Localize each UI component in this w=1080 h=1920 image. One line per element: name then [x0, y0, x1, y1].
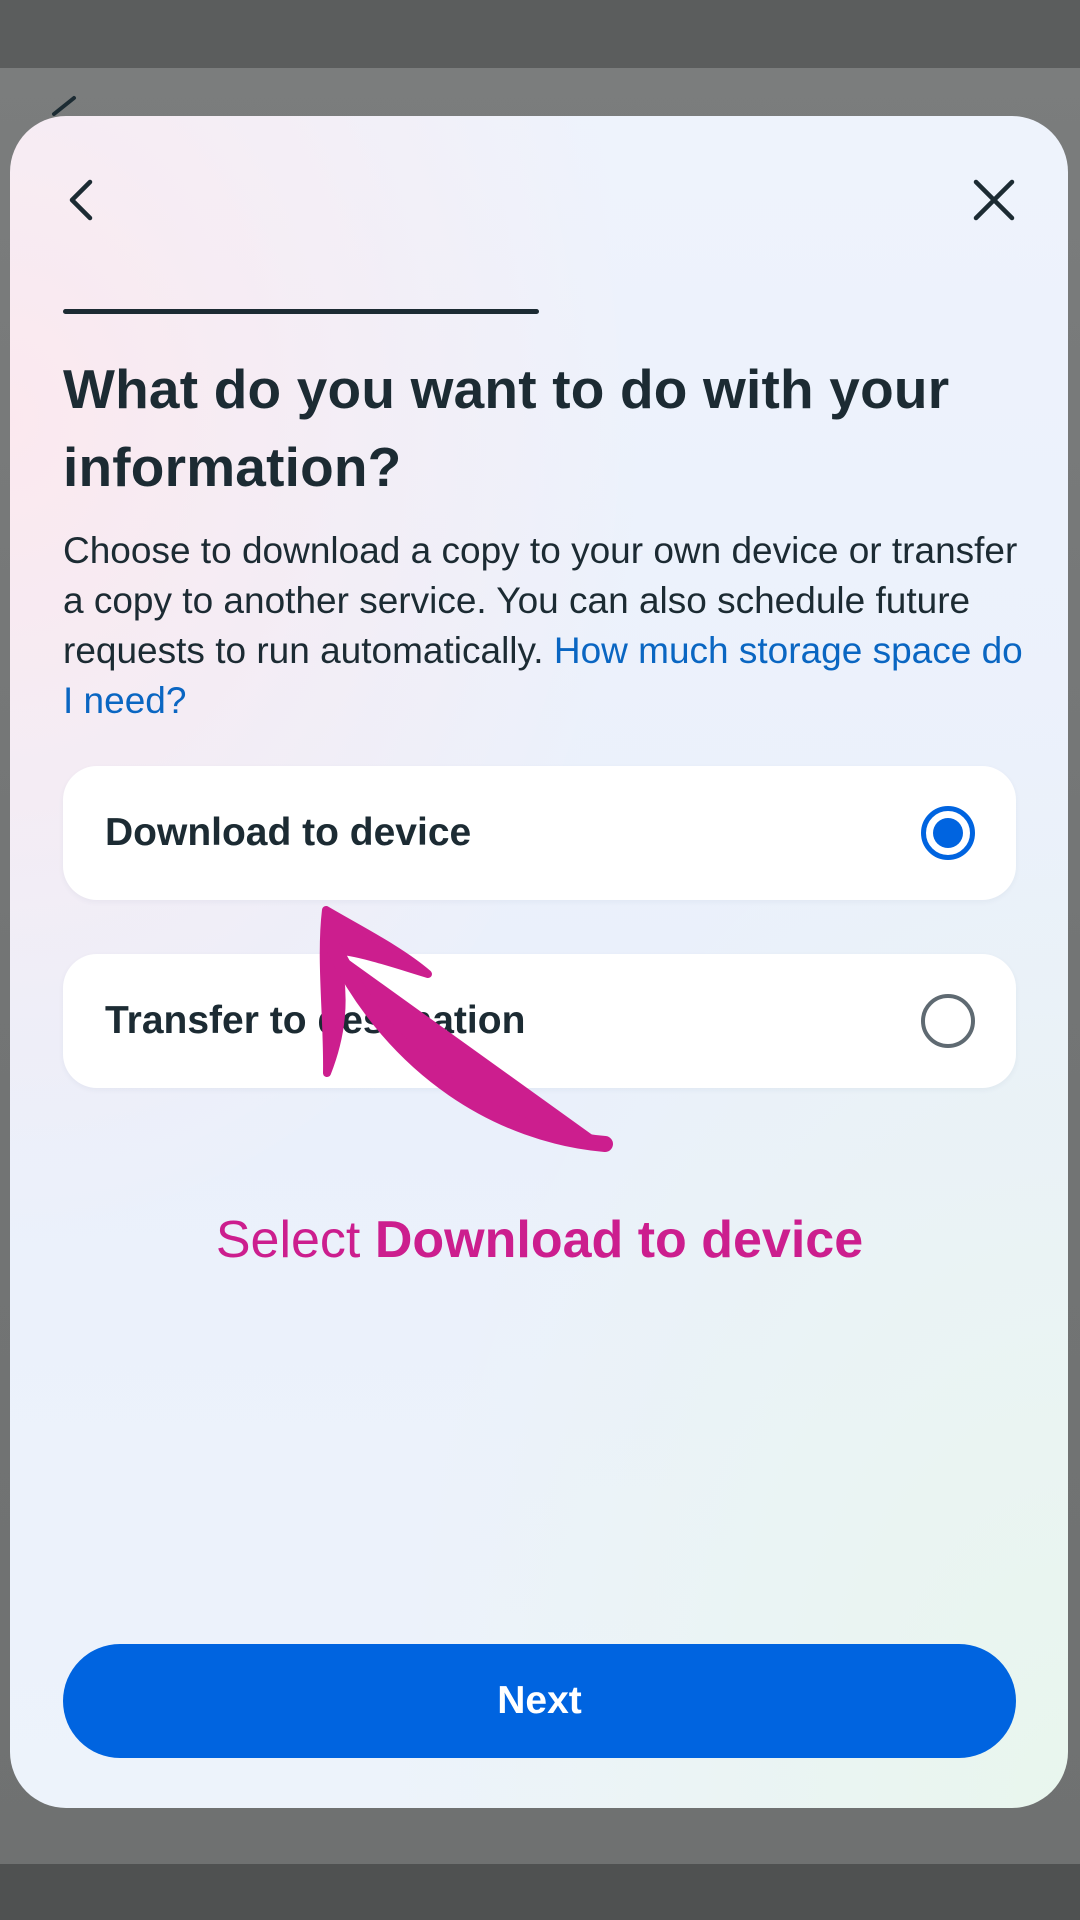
- status-bar: [0, 0, 1080, 68]
- close-icon: [973, 179, 1015, 221]
- close-button[interactable]: [958, 164, 1030, 236]
- progress-bar: [63, 309, 539, 314]
- annotation-emphasis: Download to device: [374, 1211, 864, 1269]
- chevron-left-icon: [69, 179, 93, 221]
- option-label: Download to device: [105, 811, 472, 854]
- back-button[interactable]: [46, 164, 118, 236]
- navigation-bar: [0, 1864, 1080, 1920]
- option-label: Transfer to destination: [105, 999, 526, 1042]
- next-button[interactable]: Next: [63, 1644, 1016, 1758]
- annotation-text: Select Download to device: [63, 1208, 1016, 1272]
- annotation-prefix: Select: [215, 1211, 361, 1269]
- option-transfer-to-destination[interactable]: Transfer to destination: [63, 954, 1016, 1088]
- radio-selected-icon[interactable]: [921, 806, 975, 860]
- radio-unselected-icon[interactable]: [921, 994, 975, 1048]
- description: Choose to download a copy to your own de…: [63, 526, 1028, 726]
- page-title: What do you want to do with your informa…: [63, 358, 950, 498]
- option-download-to-device[interactable]: Download to device: [63, 766, 1016, 900]
